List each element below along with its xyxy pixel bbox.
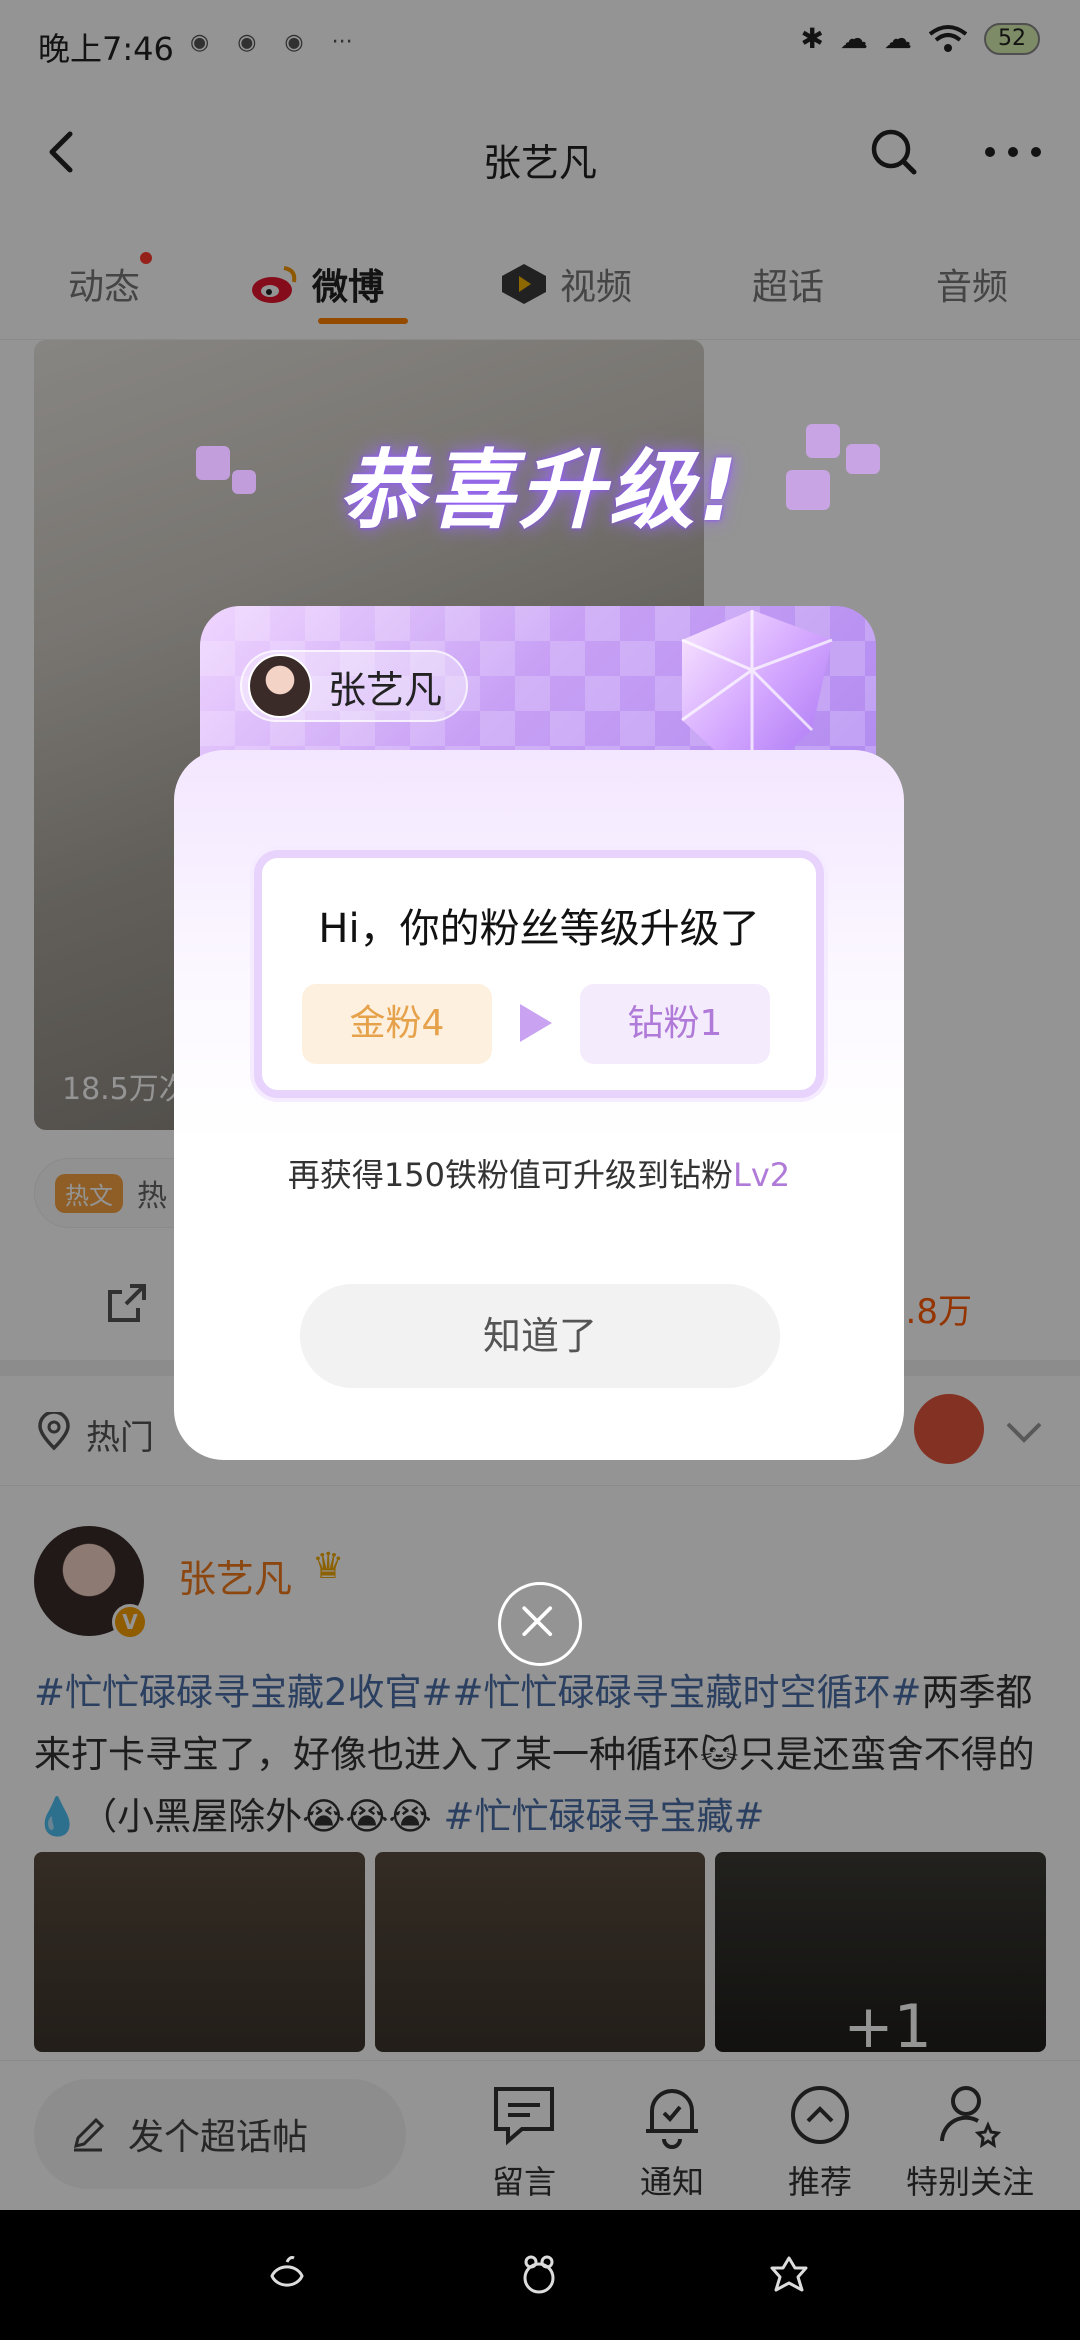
level-message: Hi，你的粉丝等级升级了 (318, 906, 760, 952)
star-avatar (248, 654, 312, 718)
level-up-dialog: Hi，你的粉丝等级升级了 金粉4 钻粉1 再获得150铁粉值可升级到钻粉Lv2 … (174, 750, 904, 1460)
level-to-badge: 钻粉1 (580, 984, 770, 1064)
star-name: 张艺凡 (328, 667, 443, 712)
nav-back-icon[interactable] (262, 2250, 312, 2300)
close-dialog-button[interactable] (498, 1582, 582, 1666)
nav-home-icon[interactable] (514, 2250, 564, 2300)
play-arrow-icon (520, 1004, 552, 1042)
progress-hint-text: 再获得150铁粉值可升级到钻粉 (287, 1156, 733, 1194)
progress-hint: 再获得150铁粉值可升级到钻粉Lv2 (174, 1150, 904, 1196)
level-from-badge: 金粉4 (302, 984, 492, 1064)
system-nav-bar (0, 2210, 1080, 2340)
congrats-title: 恭喜升级! (338, 441, 742, 541)
next-level: Lv2 (732, 1156, 791, 1194)
nav-recents-icon[interactable] (764, 2250, 814, 2300)
level-box: Hi，你的粉丝等级升级了 金粉4 钻粉1 (254, 850, 824, 1098)
close-icon (522, 1606, 553, 1637)
ok-button[interactable]: 知道了 (300, 1284, 780, 1388)
star-chip: 张艺凡 (240, 650, 469, 722)
